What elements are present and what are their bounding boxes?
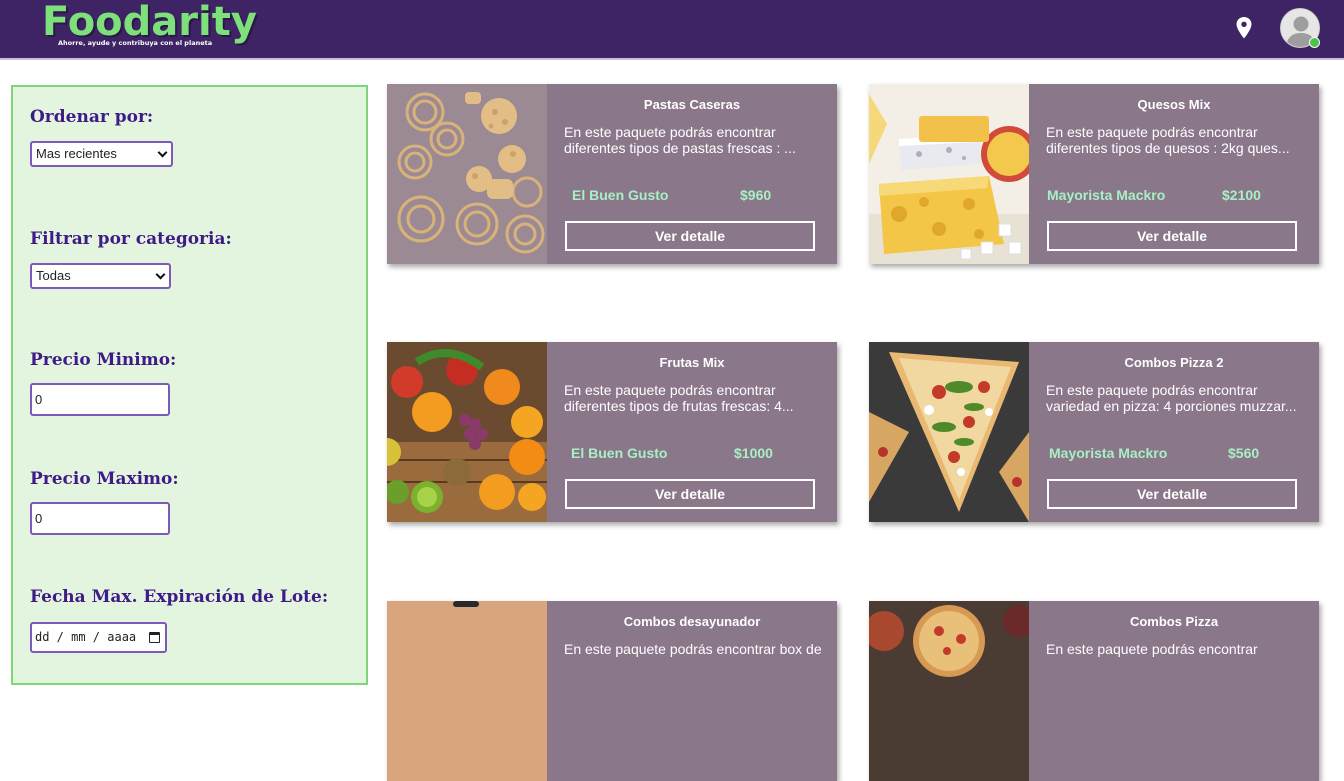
category-select[interactable]: Todas	[30, 263, 171, 289]
product-card: Quesos Mix En este paquete podrás encont…	[869, 84, 1319, 264]
card-description: En este paquete podrás encontrar diferen…	[1046, 124, 1290, 156]
card-price: $560	[1228, 445, 1260, 461]
card-title: Combos Pizza	[1129, 614, 1219, 629]
top-navbar: Foodarity Ahorre, ayude y contribuya con…	[0, 0, 1344, 60]
card-vendor: El Buen Gusto	[572, 187, 669, 203]
card-title: Combos Pizza 2	[1124, 355, 1224, 370]
foodarity-logo[interactable]: Foodarity Ahorre, ayude y contribuya con…	[42, 0, 257, 47]
pizza-image	[869, 342, 1029, 522]
chevron-down-icon	[157, 147, 168, 158]
logo-title: Foodarity	[42, 0, 257, 45]
card-title: Frutas Mix	[659, 355, 725, 370]
expiry-date-label: Fecha Max. Expiración de Lote:	[30, 587, 329, 607]
product-card: Frutas Mix En este paquete podrás encont…	[387, 342, 837, 522]
min-price-input[interactable]: 0	[30, 383, 170, 416]
cheese-image	[869, 84, 1029, 264]
card-description: En este paquete podrás encontrar	[1046, 641, 1258, 657]
max-price-input[interactable]: 0	[30, 502, 170, 535]
expiry-date-placeholder: dd / mm / aaaa	[35, 630, 137, 644]
card-price: $1000	[734, 445, 773, 461]
max-price-label: Precio Maximo:	[30, 469, 179, 489]
chevron-down-icon	[155, 269, 166, 280]
sort-select-value: Mas recientes	[36, 146, 117, 161]
breakfast-box-image	[387, 601, 547, 781]
location-pin-icon[interactable]	[1236, 17, 1252, 39]
card-title: Combos desayunador	[623, 614, 761, 629]
card-price: $960	[740, 187, 772, 203]
card-vendor: El Buen Gusto	[571, 445, 668, 461]
product-card: Combos desayunador En este paquete podrá…	[387, 601, 837, 781]
card-title: Pastas Caseras	[643, 97, 741, 112]
view-detail-button[interactable]: Ver detalle	[565, 221, 815, 251]
pizzas-image	[869, 601, 1029, 781]
sort-select[interactable]: Mas recientes	[30, 141, 173, 167]
category-select-value: Todas	[36, 268, 71, 283]
calendar-icon[interactable]	[149, 632, 160, 643]
sort-label: Ordenar por:	[30, 107, 154, 127]
card-price: $2100	[1222, 187, 1261, 203]
filter-sidebar: Ordenar por: Mas recientes Filtrar por c…	[11, 85, 368, 685]
view-detail-button[interactable]: Ver detalle	[1047, 479, 1297, 509]
product-card: Pastas Caseras En este paquete podrás en…	[387, 84, 837, 264]
card-description: En este paquete podrás encontrar diferen…	[564, 124, 796, 156]
pasta-image	[387, 84, 547, 264]
product-card: Combos Pizza En este paquete podrás enco…	[869, 601, 1319, 781]
card-vendor: Mayorista Mackro	[1049, 445, 1168, 461]
expiry-date-input[interactable]: dd / mm / aaaa	[30, 622, 167, 653]
card-description: En este paquete podrás encontrar box de	[564, 641, 822, 657]
view-detail-button[interactable]: Ver detalle	[1047, 221, 1297, 251]
fruits-image	[387, 342, 547, 522]
card-description: En este paquete podrás encontrar diferen…	[564, 382, 794, 414]
online-status-dot	[1309, 37, 1320, 48]
min-price-label: Precio Minimo:	[30, 350, 177, 370]
view-detail-button[interactable]: Ver detalle	[565, 479, 815, 509]
card-title: Quesos Mix	[1137, 97, 1211, 112]
card-description: En este paquete podrás encontrar varieda…	[1046, 382, 1297, 414]
card-vendor: Mayorista Mackro	[1047, 187, 1166, 203]
product-card: Combos Pizza 2 En este paquete podrás en…	[869, 342, 1319, 522]
category-label: Filtrar por categoria:	[30, 229, 232, 249]
